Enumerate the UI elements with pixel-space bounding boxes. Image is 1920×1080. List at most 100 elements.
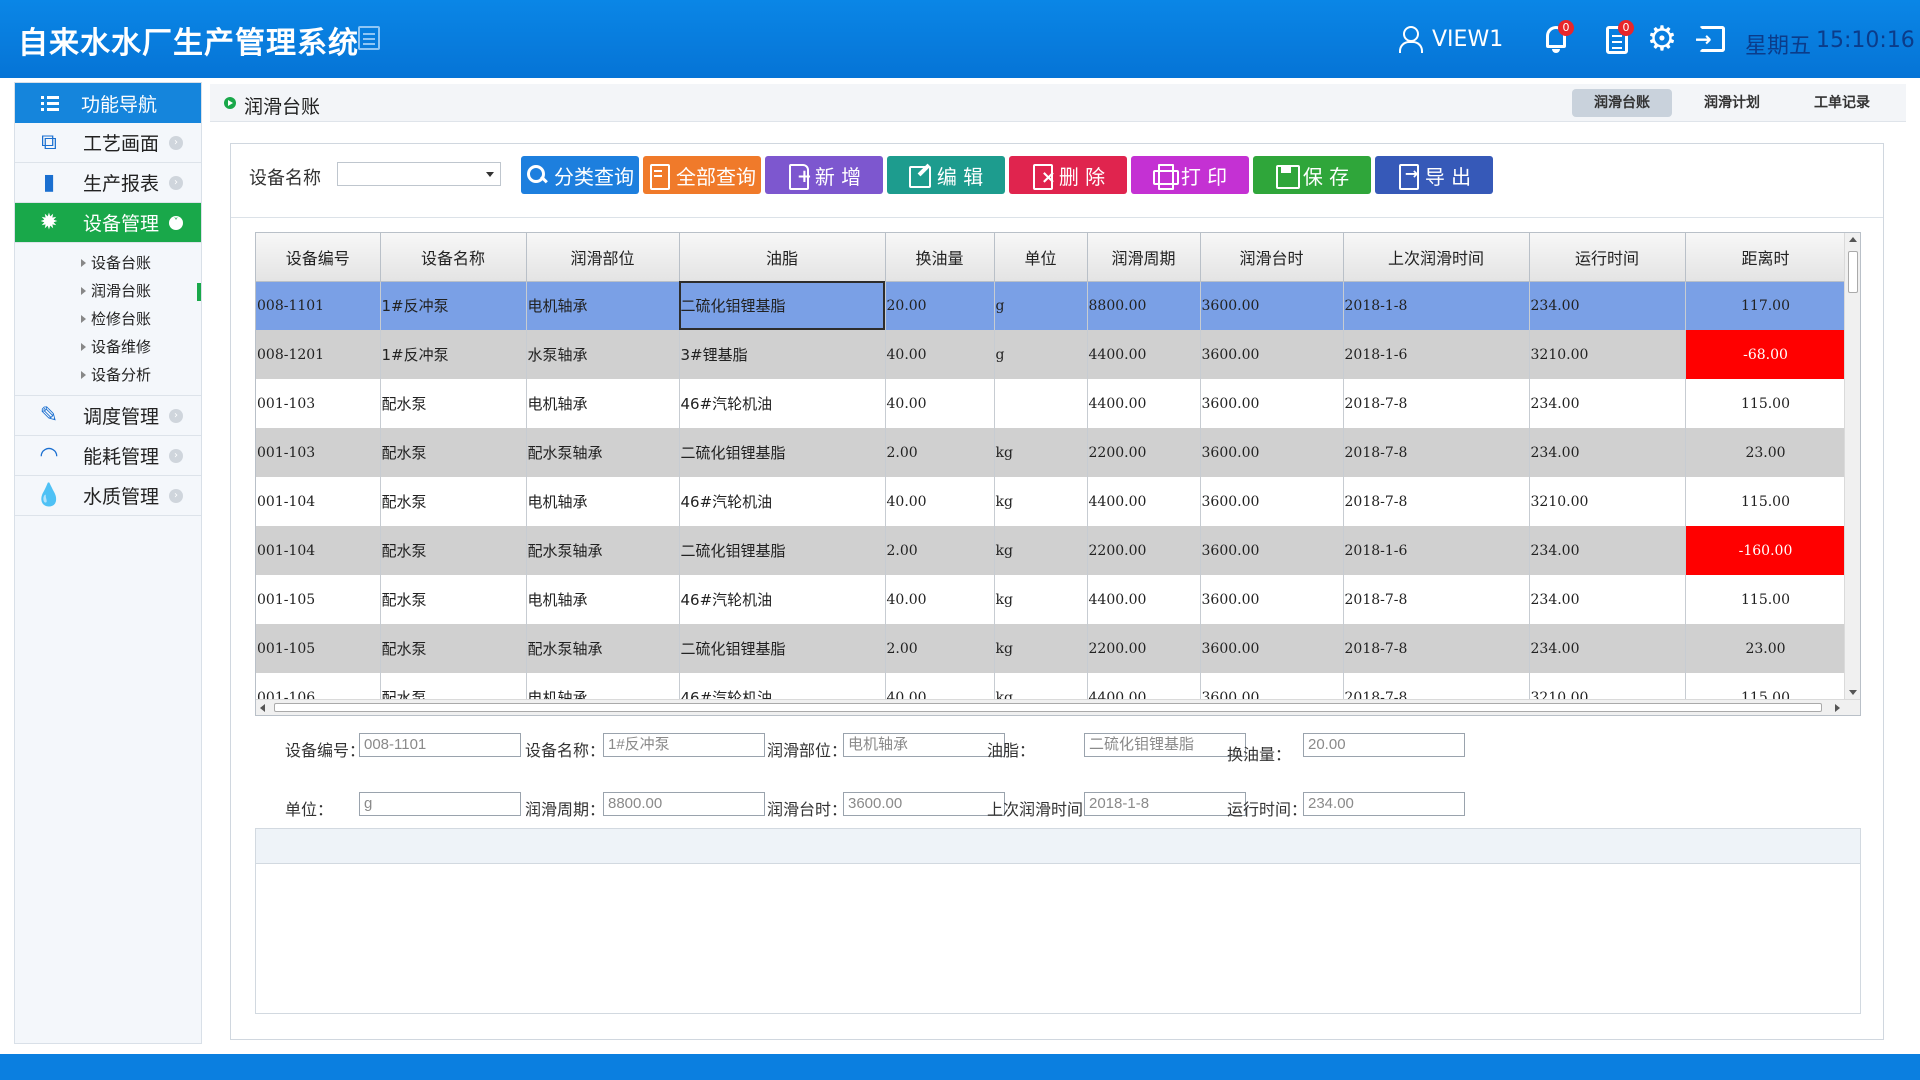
table-cell[interactable]: 4400.00 xyxy=(1087,379,1201,428)
table-cell[interactable]: 008-1201 xyxy=(256,330,381,379)
table-cell[interactable]: g xyxy=(994,281,1088,330)
form-input[interactable]: 二硫化钼锂基脂 xyxy=(1084,733,1246,757)
table-cell[interactable]: 117.00 xyxy=(1685,281,1847,330)
scroll-right-icon[interactable] xyxy=(1835,704,1840,712)
table-cell[interactable]: 3210.00 xyxy=(1529,330,1686,379)
table-cell[interactable]: 4400.00 xyxy=(1087,477,1201,526)
category-query-button[interactable]: 分类查询 xyxy=(521,156,639,194)
table-row[interactable]: 008-1201 1#反冲泵 水泵轴承 3#锂基脂 40.00 g 4400.00 3600.… xyxy=(256,330,1847,379)
table-cell[interactable]: 001-103 xyxy=(256,428,381,477)
table-row[interactable]: 001-105 配水泵 配水泵轴承 二硫化钼锂基脂 2.00 kg 2200.00 3600.… xyxy=(256,624,1847,673)
table-row[interactable]: 001-103 配水泵 配水泵轴承 二硫化钼锂基脂 2.00 kg 2200.00 3600.… xyxy=(256,428,1847,477)
table-cell[interactable]: kg xyxy=(994,428,1088,477)
table-cell[interactable]: 001-105 xyxy=(256,575,381,624)
table-cell[interactable]: 4400.00 xyxy=(1087,330,1201,379)
table-cell[interactable]: 3600.00 xyxy=(1200,624,1344,673)
table-cell[interactable]: 配水泵 xyxy=(380,428,527,477)
table-cell[interactable]: 配水泵 xyxy=(380,379,527,428)
table-cell[interactable]: 46#汽轮机油 xyxy=(679,575,886,624)
table-row[interactable]: 008-1101 1#反冲泵 电机轴承 二硫化钼锂基脂 20.00 g 8800.00 360… xyxy=(256,281,1847,330)
delete-button[interactable]: 删 除 xyxy=(1009,156,1127,194)
table-cell[interactable]: 2018-7-8 xyxy=(1343,428,1530,477)
form-input[interactable]: 电机轴承 xyxy=(843,733,1005,757)
table-cell[interactable]: 电机轴承 xyxy=(526,379,680,428)
settings-gear-icon[interactable]: ⚙ xyxy=(1645,22,1679,56)
table-cell[interactable]: -160.00 xyxy=(1685,526,1847,575)
column-header[interactable]: 距离时 xyxy=(1685,233,1847,282)
submenu-item-lubrication-ledger[interactable]: 润滑台账 xyxy=(79,277,201,305)
table-cell[interactable]: 配水泵 xyxy=(380,526,527,575)
scroll-down-icon[interactable] xyxy=(1849,690,1857,695)
table-cell[interactable]: 电机轴承 xyxy=(526,477,680,526)
logout-icon[interactable]: → xyxy=(1695,22,1729,56)
user-menu[interactable]: VIEW1 xyxy=(1398,24,1503,54)
table-cell[interactable] xyxy=(994,379,1088,428)
submenu-item-repair[interactable]: 设备维修 xyxy=(79,333,201,361)
table-cell[interactable]: 23.00 xyxy=(1685,624,1847,673)
table-cell[interactable]: 3600.00 xyxy=(1200,379,1344,428)
table-cell[interactable]: 配水泵轴承 xyxy=(526,428,680,477)
table-cell[interactable]: 电机轴承 xyxy=(526,575,680,624)
table-cell[interactable]: 3600.00 xyxy=(1200,575,1344,624)
table-cell[interactable]: 水泵轴承 xyxy=(526,330,680,379)
table-cell[interactable]: 20.00 xyxy=(885,281,995,330)
table-cell[interactable]: 二硫化钼锂基脂 xyxy=(679,526,886,575)
document-icon[interactable] xyxy=(358,26,380,50)
table-cell[interactable]: 4400.00 xyxy=(1087,575,1201,624)
form-input[interactable]: 2018-1-8 xyxy=(1084,792,1246,816)
table-cell[interactable]: 115.00 xyxy=(1685,575,1847,624)
table-cell[interactable]: 234.00 xyxy=(1529,526,1686,575)
table-cell[interactable]: 115.00 xyxy=(1685,379,1847,428)
scroll-thumb-horizontal[interactable] xyxy=(274,703,1822,712)
column-header[interactable]: 润滑台时 xyxy=(1200,233,1344,282)
sidebar-item-energy[interactable]: ◠ 能耗管理 › xyxy=(15,436,201,476)
table-cell[interactable]: 1#反冲泵 xyxy=(380,281,527,330)
table-cell[interactable]: 配水泵 xyxy=(380,575,527,624)
tab-lubrication-ledger[interactable]: 润滑台账 xyxy=(1572,89,1672,117)
form-input[interactable]: g xyxy=(359,792,521,816)
table-cell[interactable]: 23.00 xyxy=(1685,428,1847,477)
table-cell[interactable]: -68.00 xyxy=(1685,330,1847,379)
scroll-left-icon[interactable] xyxy=(260,704,265,712)
table-cell[interactable]: 二硫化钼锂基脂 xyxy=(679,624,886,673)
table-cell[interactable]: 3600.00 xyxy=(1200,428,1344,477)
table-cell[interactable]: g xyxy=(994,330,1088,379)
form-input[interactable]: 20.00 xyxy=(1303,733,1465,757)
table-cell[interactable]: 3600.00 xyxy=(1200,330,1344,379)
column-header[interactable]: 润滑部位 xyxy=(526,233,680,282)
submenu-item-equipment-ledger[interactable]: 设备台账 xyxy=(79,249,201,277)
table-cell[interactable]: 电机轴承 xyxy=(526,281,680,330)
table-cell[interactable]: 001-105 xyxy=(256,624,381,673)
table-row[interactable]: 001-104 配水泵 电机轴承 46#汽轮机油 40.00 kg 4400.00 3600.… xyxy=(256,477,1847,526)
table-cell[interactable]: 2018-7-8 xyxy=(1343,477,1530,526)
scroll-thumb[interactable] xyxy=(1848,251,1858,293)
table-cell[interactable]: 2018-1-6 xyxy=(1343,330,1530,379)
table-cell[interactable]: 1#反冲泵 xyxy=(380,330,527,379)
table-row[interactable]: 001-103 配水泵 电机轴承 46#汽轮机油 40.00 4400.00 3600.00… xyxy=(256,379,1847,428)
table-cell[interactable]: 配水泵轴承 xyxy=(526,526,680,575)
table-cell[interactable]: kg xyxy=(994,477,1088,526)
column-header[interactable]: 润滑周期 xyxy=(1087,233,1201,282)
table-cell[interactable]: 2018-1-8 xyxy=(1343,281,1530,330)
table-cell[interactable]: 2.00 xyxy=(885,526,995,575)
table-cell[interactable]: 234.00 xyxy=(1529,428,1686,477)
sidebar-item-reports[interactable]: ▮ 生产报表 › xyxy=(15,163,201,203)
add-button[interactable]: 新 增 xyxy=(765,156,883,194)
save-button[interactable]: 保 存 xyxy=(1253,156,1371,194)
sidebar-item-dispatch[interactable]: ✎ 调度管理 › xyxy=(15,396,201,436)
horizontal-scrollbar[interactable] xyxy=(256,699,1860,715)
table-cell[interactable]: 234.00 xyxy=(1529,575,1686,624)
table-cell[interactable]: 3600.00 xyxy=(1200,526,1344,575)
table-cell[interactable]: 001-104 xyxy=(256,526,381,575)
table-cell[interactable]: kg xyxy=(994,526,1088,575)
table-cell[interactable]: 2200.00 xyxy=(1087,624,1201,673)
table-cell[interactable]: 234.00 xyxy=(1529,281,1686,330)
column-header[interactable]: 油脂 xyxy=(679,233,886,282)
table-cell[interactable]: 3600.00 xyxy=(1200,281,1344,330)
table-row[interactable]: 001-104 配水泵 配水泵轴承 二硫化钼锂基脂 2.00 kg 2200.00 3600.… xyxy=(256,526,1847,575)
clipboard-icon[interactable]: 0 xyxy=(1600,20,1634,56)
table-cell[interactable]: 2200.00 xyxy=(1087,526,1201,575)
tab-work-orders[interactable]: 工单记录 xyxy=(1792,89,1892,117)
tab-lubrication-plan[interactable]: 润滑计划 xyxy=(1682,89,1782,117)
table-cell[interactable]: 40.00 xyxy=(885,330,995,379)
